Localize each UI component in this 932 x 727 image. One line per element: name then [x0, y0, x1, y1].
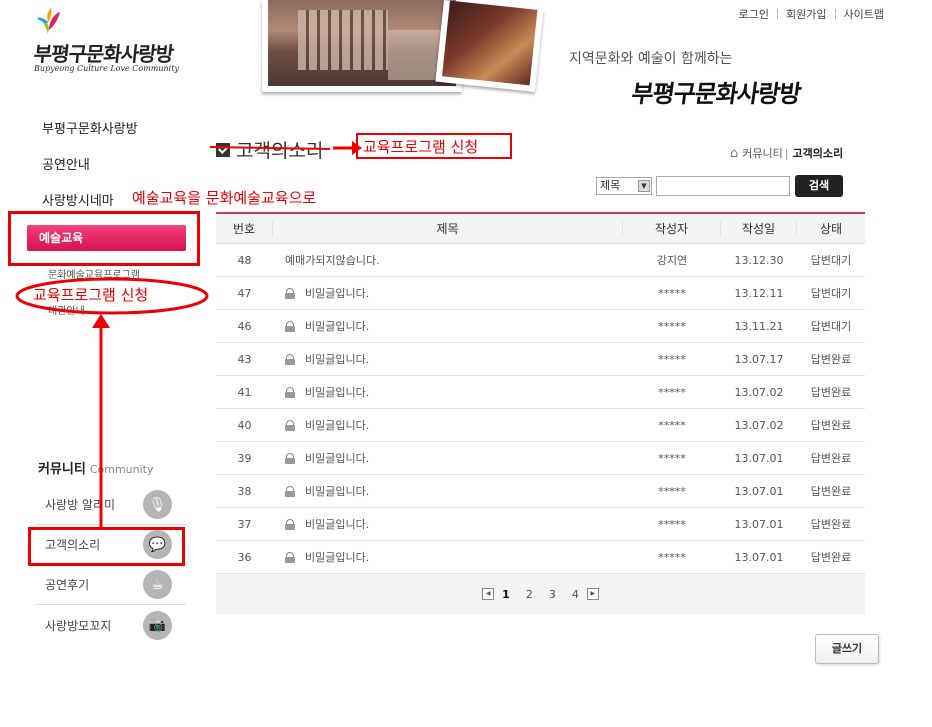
annotation-overlay [15, 141, 362, 527]
annotation-box [28, 527, 185, 566]
annotation-menu-note: 예술교육을 문화예술교육으로 [132, 189, 317, 207]
annotation-box [8, 211, 200, 266]
annotation-title-replace: 교육프로그램 신청 [363, 138, 479, 156]
strike-line [209, 146, 331, 150]
arrow-head-icon [92, 314, 110, 328]
annotation-sub-replace: 교육프로그램 신청 [33, 286, 149, 304]
